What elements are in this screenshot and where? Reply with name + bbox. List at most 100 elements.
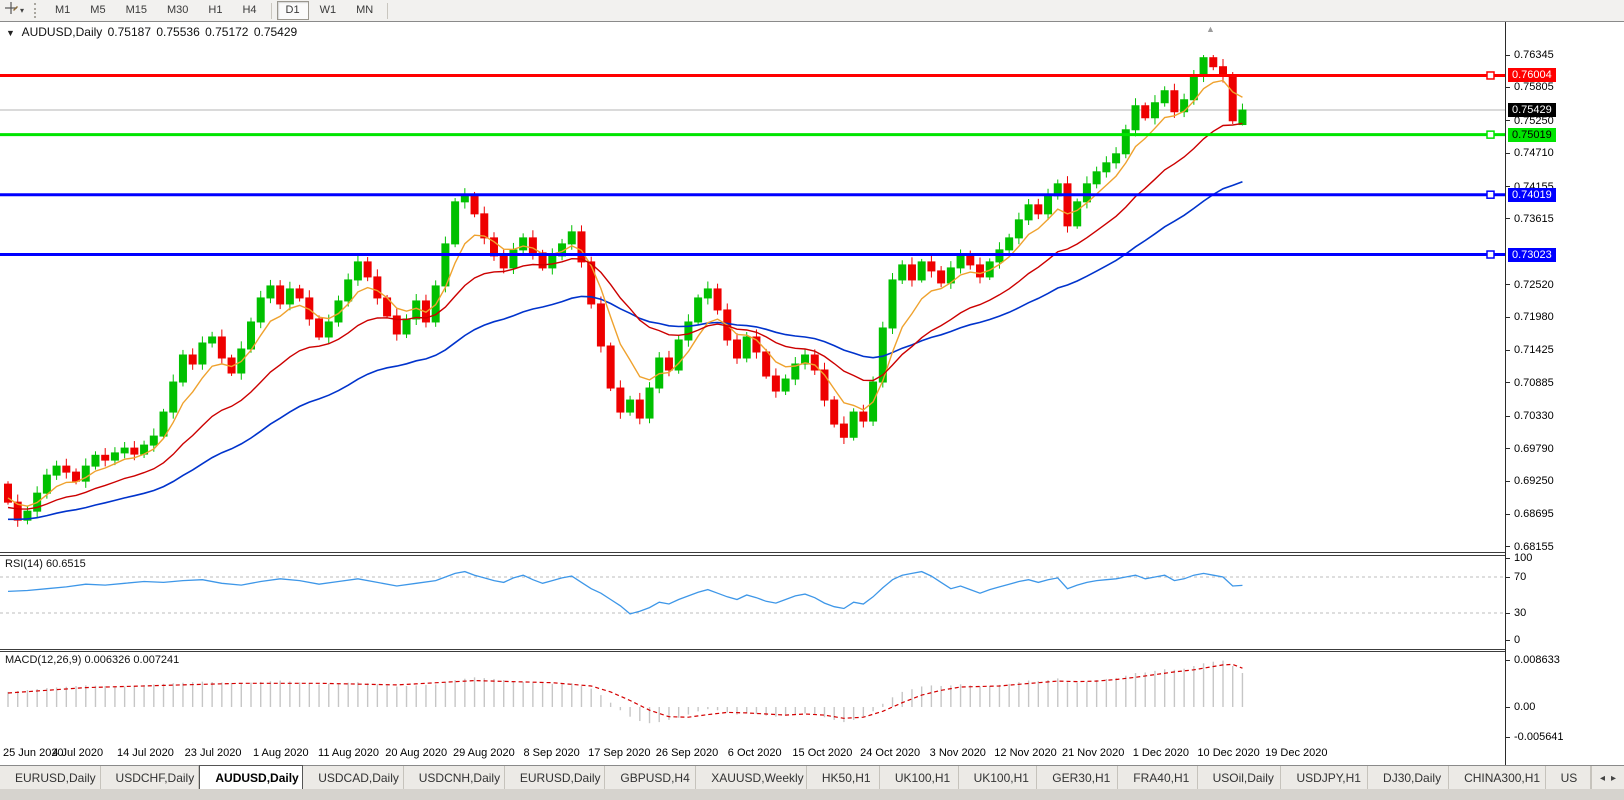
chart-tab-ger30-h1[interactable]: GER30,H1 bbox=[1037, 766, 1118, 790]
candle bbox=[607, 343, 614, 391]
rsi-pane[interactable]: RSI(14) 60.6515 bbox=[0, 556, 1505, 649]
candle bbox=[442, 237, 449, 293]
axis-tick bbox=[1506, 577, 1510, 578]
price-axis-label: 0.73615 bbox=[1514, 213, 1554, 225]
draw-tool-button[interactable]: ▾ bbox=[0, 0, 28, 21]
chart-tab-hk50-h1[interactable]: HK50,H1 bbox=[807, 766, 880, 790]
chart-tab-usdcnh-daily[interactable]: USDCNH,Daily bbox=[404, 766, 505, 790]
candle bbox=[296, 285, 303, 302]
candle bbox=[840, 416, 847, 444]
macd-chart[interactable] bbox=[0, 652, 1505, 742]
candle bbox=[1015, 213, 1022, 244]
crosshair-tool-icon bbox=[4, 1, 18, 20]
level-line-handle[interactable] bbox=[1487, 191, 1494, 198]
candle bbox=[685, 314, 692, 346]
collapse-triangle-icon: ▼ bbox=[6, 28, 15, 38]
candle bbox=[1074, 199, 1081, 229]
chart-symbol: AUDUSD,Daily bbox=[22, 25, 103, 39]
chart-shift-marker-icon[interactable]: ▲ bbox=[1206, 24, 1215, 34]
timeframe-button-d1[interactable]: D1 bbox=[277, 1, 309, 20]
timeframe-button-h1[interactable]: H1 bbox=[199, 1, 231, 20]
candle bbox=[354, 255, 361, 286]
chart-area[interactable]: ▼ AUDUSD,Daily 0.75187 0.75536 0.75172 0… bbox=[0, 21, 1624, 766]
candle bbox=[1006, 234, 1013, 254]
timeframe-button-m5[interactable]: M5 bbox=[81, 1, 114, 20]
candle bbox=[286, 282, 293, 310]
chart-title: ▼ AUDUSD,Daily 0.75187 0.75536 0.75172 0… bbox=[6, 25, 299, 39]
date-axis-label: 29 Aug 2020 bbox=[453, 747, 515, 759]
chart-tab-eurusd-daily[interactable]: EURUSD,Daily bbox=[0, 766, 101, 790]
chart-tab-dj30-daily[interactable]: DJ30,Daily bbox=[1368, 766, 1449, 790]
chart-tab-fra40-h1[interactable]: FRA40,H1 bbox=[1118, 766, 1197, 790]
candle bbox=[714, 284, 721, 315]
chart-tab-usdjpy-h1[interactable]: USDJPY,H1 bbox=[1281, 766, 1368, 790]
candle bbox=[393, 308, 400, 340]
axis-tick bbox=[1506, 640, 1510, 641]
axis-tick bbox=[1506, 737, 1510, 738]
date-axis-label: 21 Nov 2020 bbox=[1062, 747, 1124, 759]
candle bbox=[734, 333, 741, 364]
toolbar-separator bbox=[271, 3, 272, 19]
candle bbox=[1113, 147, 1120, 168]
chart-tab-gbpusd-h4[interactable]: GBPUSD,H4 bbox=[605, 766, 696, 790]
candle bbox=[179, 350, 186, 387]
timeframe-button-m1[interactable]: M1 bbox=[46, 1, 79, 20]
level-line-handle[interactable] bbox=[1487, 131, 1494, 138]
timeframe-button-h4[interactable]: H4 bbox=[233, 1, 265, 20]
candle bbox=[831, 396, 838, 427]
price-axis-label: 0.75805 bbox=[1514, 81, 1554, 93]
chart-tab-china300-h1[interactable]: CHINA300,H1 bbox=[1449, 766, 1546, 790]
chart-tab-usdcad-daily[interactable]: USDCAD,Daily bbox=[303, 766, 404, 790]
chart-tab-usdchf-daily[interactable]: USDCHF,Daily bbox=[101, 766, 200, 790]
rsi-axis-label: 70 bbox=[1514, 571, 1526, 583]
candle bbox=[1064, 176, 1071, 232]
macd-pane[interactable]: MACD(12,26,9) 0.006326 0.007241 bbox=[0, 652, 1505, 742]
candle bbox=[627, 396, 634, 416]
chart-tab-usoil-daily[interactable]: USOil,Daily bbox=[1198, 766, 1282, 790]
price-axis-label: 0.71425 bbox=[1514, 344, 1554, 356]
bar-close: 0.75429 bbox=[254, 25, 297, 39]
chart-tab-audusd-daily[interactable]: AUDUSD,Daily bbox=[199, 765, 303, 790]
level-price-badge: 0.74019 bbox=[1508, 188, 1556, 202]
timeframe-button-w1[interactable]: W1 bbox=[311, 1, 346, 20]
candlestick-chart[interactable] bbox=[0, 22, 1505, 552]
candle bbox=[1151, 95, 1158, 124]
candle bbox=[578, 225, 585, 267]
candle bbox=[5, 481, 12, 504]
price-axis: 0.763450.758050.752500.747100.741550.736… bbox=[1505, 22, 1624, 766]
tab-scroll-left-icon[interactable]: ◂ bbox=[1600, 773, 1605, 784]
chart-tab-xauusd-weekly[interactable]: XAUUSD,Weekly bbox=[696, 766, 807, 790]
tab-scroll-right-icon[interactable]: ▸ bbox=[1611, 773, 1616, 784]
candle bbox=[1181, 94, 1188, 117]
candle bbox=[189, 348, 196, 369]
timeframe-button-m15[interactable]: M15 bbox=[117, 1, 156, 20]
candle bbox=[792, 357, 799, 385]
level-line-handle[interactable] bbox=[1487, 251, 1494, 258]
candle bbox=[549, 248, 556, 274]
candle bbox=[520, 233, 527, 254]
price-axis-label: 0.68695 bbox=[1514, 508, 1554, 520]
rsi-chart[interactable] bbox=[0, 556, 1505, 649]
candle bbox=[977, 257, 984, 283]
candle bbox=[908, 257, 915, 286]
trading-app-window: ▾ M1M5M15M30H1H4 D1W1MN ▼ AUDUSD,Daily 0.… bbox=[0, 0, 1624, 800]
bar-high: 0.75536 bbox=[156, 25, 199, 39]
chart-tab-us[interactable]: US bbox=[1546, 766, 1591, 790]
timeframe-button-m30[interactable]: M30 bbox=[158, 1, 197, 20]
axis-tick bbox=[1506, 153, 1510, 154]
chart-tab-uk100-h1[interactable]: UK100,H1 bbox=[959, 766, 1038, 790]
timeframe-buttons: M1M5M15M30H1H4 D1W1MN bbox=[45, 0, 392, 21]
candle bbox=[1239, 104, 1246, 126]
chart-tabbar: EURUSD,DailyUSDCHF,DailyAUDUSD,DailyUSDC… bbox=[0, 765, 1624, 790]
candle bbox=[656, 352, 663, 393]
axis-tick bbox=[1506, 317, 1510, 318]
chart-tab-uk100-h1[interactable]: UK100,H1 bbox=[880, 766, 959, 790]
date-axis-label: 1 Dec 2020 bbox=[1133, 747, 1189, 759]
axis-tick bbox=[1506, 120, 1510, 121]
chart-tab-eurusd-daily[interactable]: EURUSD,Daily bbox=[505, 766, 606, 790]
level-line-handle[interactable] bbox=[1487, 72, 1494, 79]
timeframe-button-mn[interactable]: MN bbox=[347, 1, 382, 20]
price-pane[interactable]: ▼ AUDUSD,Daily 0.75187 0.75536 0.75172 0… bbox=[0, 22, 1505, 552]
date-axis-label: 12 Nov 2020 bbox=[994, 747, 1056, 759]
price-axis-label: 0.76345 bbox=[1514, 49, 1554, 61]
